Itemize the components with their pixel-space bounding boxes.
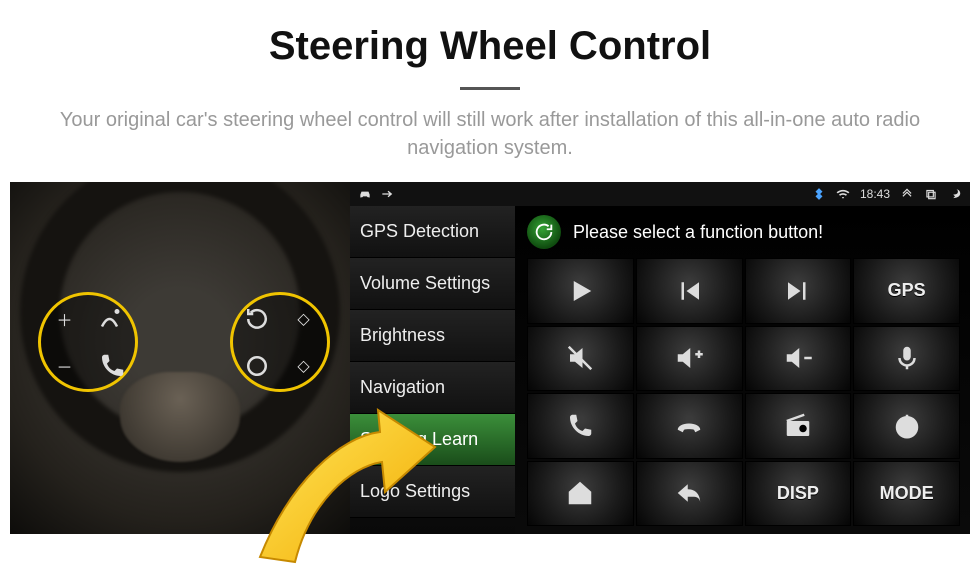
home-button[interactable] — [527, 461, 634, 527]
main-panel: Please select a function button! GPS — [515, 206, 970, 534]
power-icon — [892, 411, 922, 441]
phone-button[interactable] — [527, 393, 634, 459]
gps-button[interactable]: GPS — [853, 258, 960, 324]
bluetooth-icon — [812, 187, 826, 201]
wheel-voice-button — [97, 304, 127, 334]
prev-track-button[interactable] — [636, 258, 743, 324]
status-time: 18:43 — [860, 187, 890, 201]
sidebar-item-volume-settings[interactable]: Volume Settings — [350, 258, 515, 310]
disp-text: DISP — [777, 483, 819, 504]
play-icon — [565, 276, 595, 306]
disp-button[interactable]: DISP — [745, 461, 852, 527]
sidebar-item-label: GPS Detection — [360, 221, 479, 242]
radio-button[interactable] — [745, 393, 852, 459]
vol-up-icon — [674, 343, 704, 373]
composite-image: ＋ － ◇ ◇ — [10, 182, 970, 534]
next-track-icon — [783, 276, 813, 306]
vol-up-button[interactable] — [636, 326, 743, 392]
wheel-right-cluster: ◇ ◇ — [230, 292, 330, 392]
pointer-arrow-icon — [250, 402, 440, 572]
mode-text: MODE — [880, 483, 934, 504]
panel-header-text: Please select a function button! — [573, 222, 823, 243]
mic-icon — [892, 343, 922, 373]
vol-down-icon — [783, 343, 813, 373]
recents-icon[interactable] — [924, 187, 938, 201]
refresh-icon — [533, 221, 555, 243]
radio-icon — [783, 411, 813, 441]
next-track-button[interactable] — [745, 258, 852, 324]
sidebar-item-brightness[interactable]: Brightness — [350, 310, 515, 362]
wheel-plus-button: ＋ — [50, 304, 80, 334]
sidebar-item-label: Navigation — [360, 377, 445, 398]
mute-button[interactable] — [527, 326, 634, 392]
title-divider — [460, 87, 520, 90]
vol-down-button[interactable] — [745, 326, 852, 392]
wheel-minus-button: － — [50, 351, 80, 381]
arrow-right-icon — [380, 187, 394, 201]
car-icon — [358, 187, 372, 201]
wheel-diamond2-button: ◇ — [289, 351, 319, 381]
mic-button[interactable] — [853, 326, 960, 392]
power-button[interactable] — [853, 393, 960, 459]
status-bar: 18:43 — [350, 182, 970, 206]
gps-text: GPS — [888, 280, 926, 301]
wheel-phone-button — [97, 351, 127, 381]
wheel-left-cluster: ＋ － — [38, 292, 138, 392]
nav-back-icon[interactable] — [948, 187, 962, 201]
wifi-icon — [836, 187, 850, 201]
phone-icon — [565, 411, 595, 441]
wheel-cycle-button — [242, 351, 272, 381]
hangup-button[interactable] — [636, 393, 743, 459]
back-icon — [674, 478, 704, 508]
wheel-rotate-button — [242, 304, 272, 334]
function-button-grid: GPS — [527, 258, 960, 526]
play-button[interactable] — [527, 258, 634, 324]
chevron-up-icon[interactable] — [900, 187, 914, 201]
page-title: Steering Wheel Control — [0, 24, 980, 69]
sidebar-item-label: Volume Settings — [360, 273, 490, 294]
sidebar-item-label: Brightness — [360, 325, 445, 346]
wheel-diamond-button: ◇ — [289, 304, 319, 334]
headunit-screen: 18:43 GPS Detection Volume Settings Brig… — [350, 182, 970, 534]
mode-button[interactable]: MODE — [853, 461, 960, 527]
mute-icon — [565, 343, 595, 373]
home-icon — [565, 478, 595, 508]
page-subtitle: Your original car's steering wheel contr… — [40, 106, 940, 162]
hangup-icon — [674, 411, 704, 441]
refresh-button[interactable] — [527, 215, 561, 249]
prev-track-icon — [674, 276, 704, 306]
sidebar-item-gps-detection[interactable]: GPS Detection — [350, 206, 515, 258]
back-button[interactable] — [636, 461, 743, 527]
